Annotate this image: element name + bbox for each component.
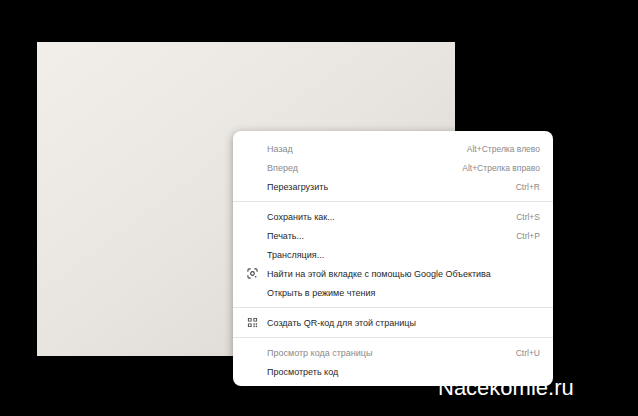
- menu-group: Сохранить как...Ctrl+SПечать...Ctrl+PТра…: [233, 201, 553, 302]
- menu-item-label: Печать...: [267, 230, 504, 242]
- menu-group: Создать QR-код для этой страницы: [233, 307, 553, 332]
- menu-item-shortcut: Alt+Стрелка влево: [455, 143, 540, 155]
- menu-item-label: Трансляция...: [267, 249, 540, 261]
- menu-item-shortcut: Ctrl+R: [504, 181, 540, 193]
- menu-item[interactable]: Печать...Ctrl+P: [233, 226, 553, 245]
- menu-item-shortcut: Ctrl+P: [504, 230, 540, 242]
- menu-separator: [233, 307, 553, 308]
- context-menu: НазадAlt+Стрелка влевоВпередAlt+Стрелка …: [233, 131, 553, 386]
- menu-item[interactable]: Просмотр кода страницыCtrl+U: [233, 343, 553, 362]
- menu-item-shortcut: Ctrl+U: [504, 347, 540, 359]
- page: НазадAlt+Стрелка влевоВпередAlt+Стрелка …: [0, 0, 638, 416]
- lens-icon: [247, 268, 258, 279]
- qr-code-icon: [247, 317, 258, 328]
- menu-item[interactable]: Создать QR-код для этой страницы: [233, 313, 553, 332]
- menu-item-label: Назад: [267, 143, 455, 155]
- menu-group: НазадAlt+Стрелка влевоВпередAlt+Стрелка …: [233, 139, 553, 196]
- menu-item-label: Найти на этой вкладке с помощью Google О…: [267, 268, 540, 280]
- menu-separator: [233, 337, 553, 338]
- menu-item[interactable]: НазадAlt+Стрелка влево: [233, 139, 553, 158]
- menu-item-label: Вперед: [267, 162, 450, 174]
- menu-item[interactable]: Трансляция...: [233, 245, 553, 264]
- menu-item-shortcut: Ctrl+S: [504, 211, 540, 223]
- menu-item-label: Открыть в режиме чтения: [267, 287, 540, 299]
- menu-group: Просмотр кода страницыCtrl+UПросмотреть …: [233, 337, 553, 381]
- watermark: Nacekomie.ru: [438, 374, 574, 402]
- menu-item[interactable]: Сохранить как...Ctrl+S: [233, 207, 553, 226]
- menu-item[interactable]: Найти на этой вкладке с помощью Google О…: [233, 264, 553, 283]
- menu-item[interactable]: ПерезагрузитьCtrl+R: [233, 177, 553, 196]
- menu-item[interactable]: Открыть в режиме чтения: [233, 283, 553, 302]
- menu-item[interactable]: ВпередAlt+Стрелка вправо: [233, 158, 553, 177]
- menu-separator: [233, 201, 553, 202]
- menu-item-label: Перезагрузить: [267, 181, 504, 193]
- menu-item-label: Сохранить как...: [267, 211, 504, 223]
- menu-item-label: Просмотр кода страницы: [267, 347, 504, 359]
- menu-item-shortcut: Alt+Стрелка вправо: [450, 162, 540, 174]
- menu-item-label: Создать QR-код для этой страницы: [267, 317, 540, 329]
